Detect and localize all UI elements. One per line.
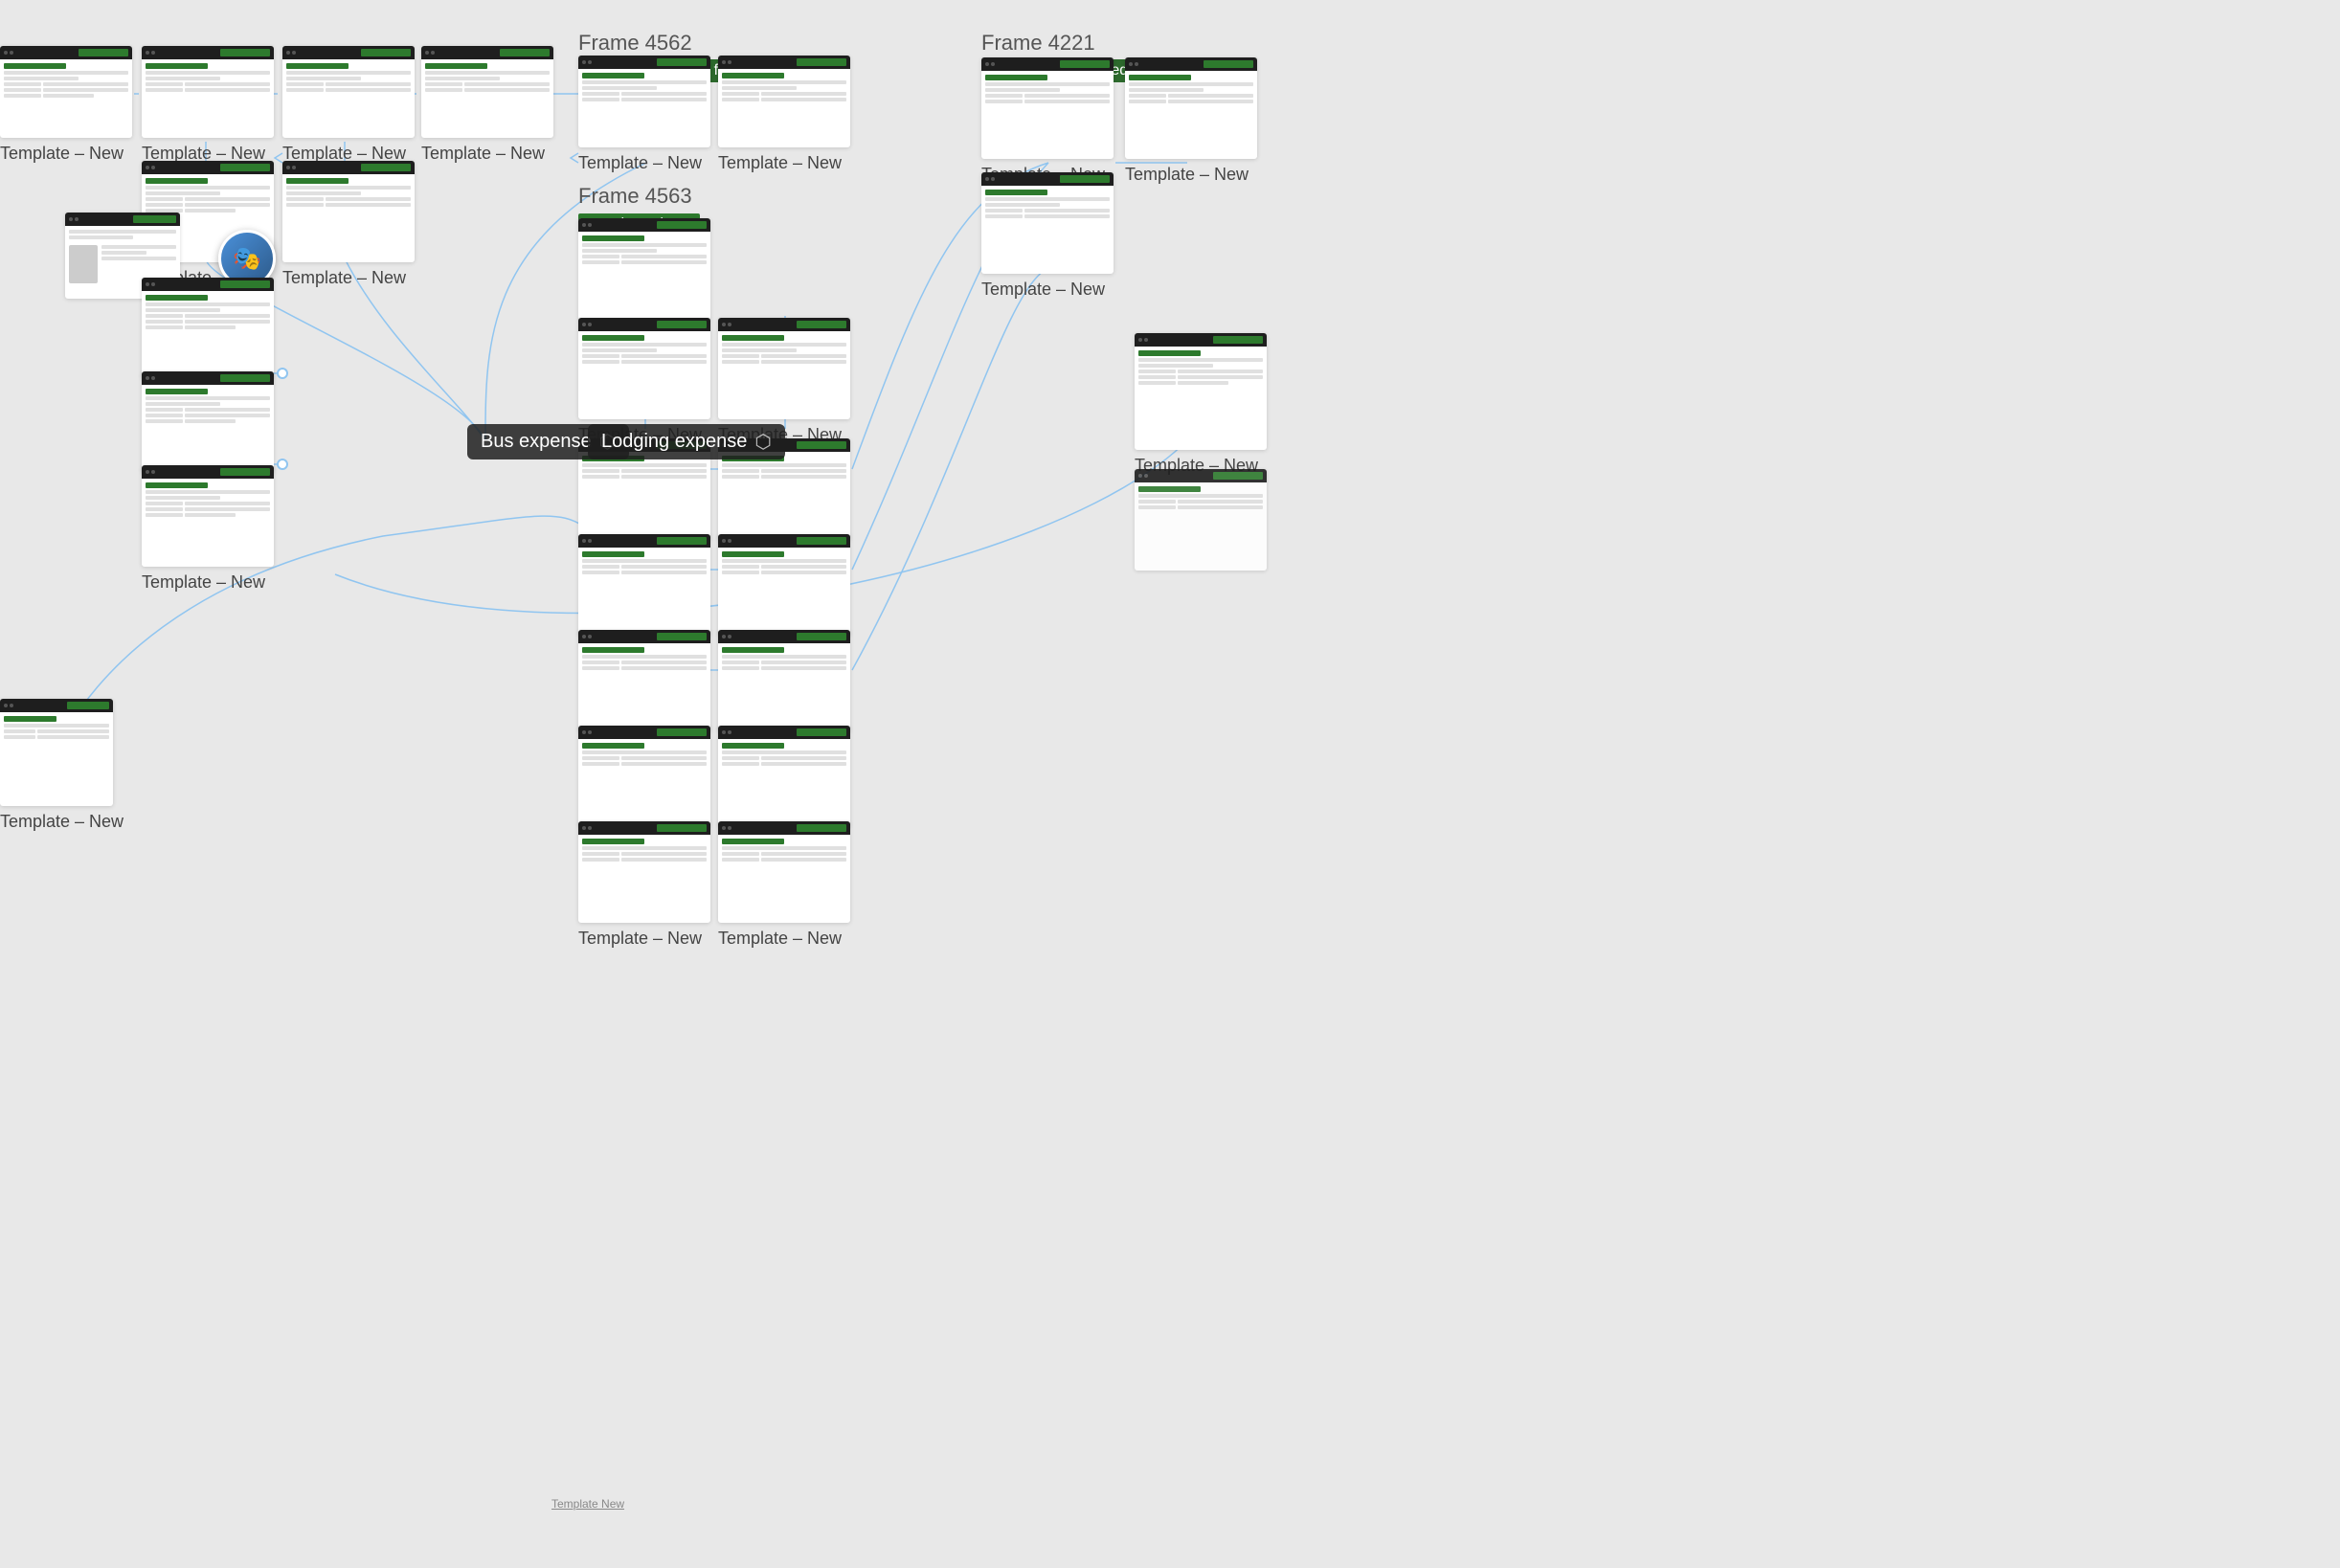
template-card-c4[interactable] bbox=[421, 46, 553, 138]
card-title-c4: Template – New bbox=[421, 144, 545, 164]
template-card-c24[interactable] bbox=[578, 821, 710, 923]
template-card-c19[interactable] bbox=[718, 534, 850, 636]
template-card-c22[interactable] bbox=[578, 726, 710, 827]
template-card-c8[interactable] bbox=[282, 161, 415, 262]
template-card-c11[interactable] bbox=[142, 371, 274, 473]
template-card-extra1[interactable] bbox=[1135, 469, 1267, 571]
template-card-c25[interactable] bbox=[718, 821, 850, 923]
template-card-c30[interactable] bbox=[0, 699, 113, 806]
template-card-c2[interactable] bbox=[142, 46, 274, 138]
template-card-c10[interactable] bbox=[142, 278, 274, 379]
card-title-c27: Template – New bbox=[1125, 165, 1249, 185]
template-card-c20[interactable] bbox=[578, 630, 710, 731]
card-title-c6: Template – New bbox=[718, 153, 842, 173]
template-card-c14[interactable] bbox=[578, 318, 710, 419]
bus-expense-label: Bus expense bbox=[481, 431, 592, 453]
template-card-c15[interactable] bbox=[718, 318, 850, 419]
template-card-c13[interactable] bbox=[578, 218, 710, 320]
card-title-c12: Template – New bbox=[142, 572, 265, 593]
template-card-c3[interactable] bbox=[282, 46, 415, 138]
lodging-expense-label: Lodging expense bbox=[601, 431, 747, 453]
lodging-expense-tooltip[interactable]: Lodging expense ⬡ bbox=[588, 424, 785, 459]
template-card-c18[interactable] bbox=[578, 534, 710, 636]
bottom-link: Template New bbox=[551, 1497, 624, 1511]
template-card-c12[interactable] bbox=[142, 465, 274, 567]
template-card-c27[interactable] bbox=[1125, 57, 1257, 159]
external-link-icon-2: ⬡ bbox=[754, 430, 771, 454]
card-title-c8: Template – New bbox=[282, 268, 406, 288]
template-card-c6[interactable] bbox=[718, 56, 850, 147]
card-title-c25: Template – New bbox=[718, 929, 842, 949]
template-card-c23[interactable] bbox=[718, 726, 850, 827]
template-card-c29[interactable] bbox=[1135, 333, 1267, 450]
card-title-c28: Template – New bbox=[981, 280, 1105, 300]
template-card-c26[interactable] bbox=[981, 57, 1114, 159]
card-title-c1: Template – New bbox=[0, 144, 124, 164]
template-card-c5[interactable] bbox=[578, 56, 710, 147]
template-card-c28[interactable] bbox=[981, 172, 1114, 274]
design-canvas: Frame 4562 Add new expense from scratch … bbox=[0, 0, 2340, 1568]
card-title-c24: Template – New bbox=[578, 929, 702, 949]
card-title-c30: Template – New bbox=[0, 812, 124, 832]
template-card-c21[interactable] bbox=[718, 630, 850, 731]
card-title-c5: Template – New bbox=[578, 153, 702, 173]
template-card-c1[interactable] bbox=[0, 46, 132, 138]
